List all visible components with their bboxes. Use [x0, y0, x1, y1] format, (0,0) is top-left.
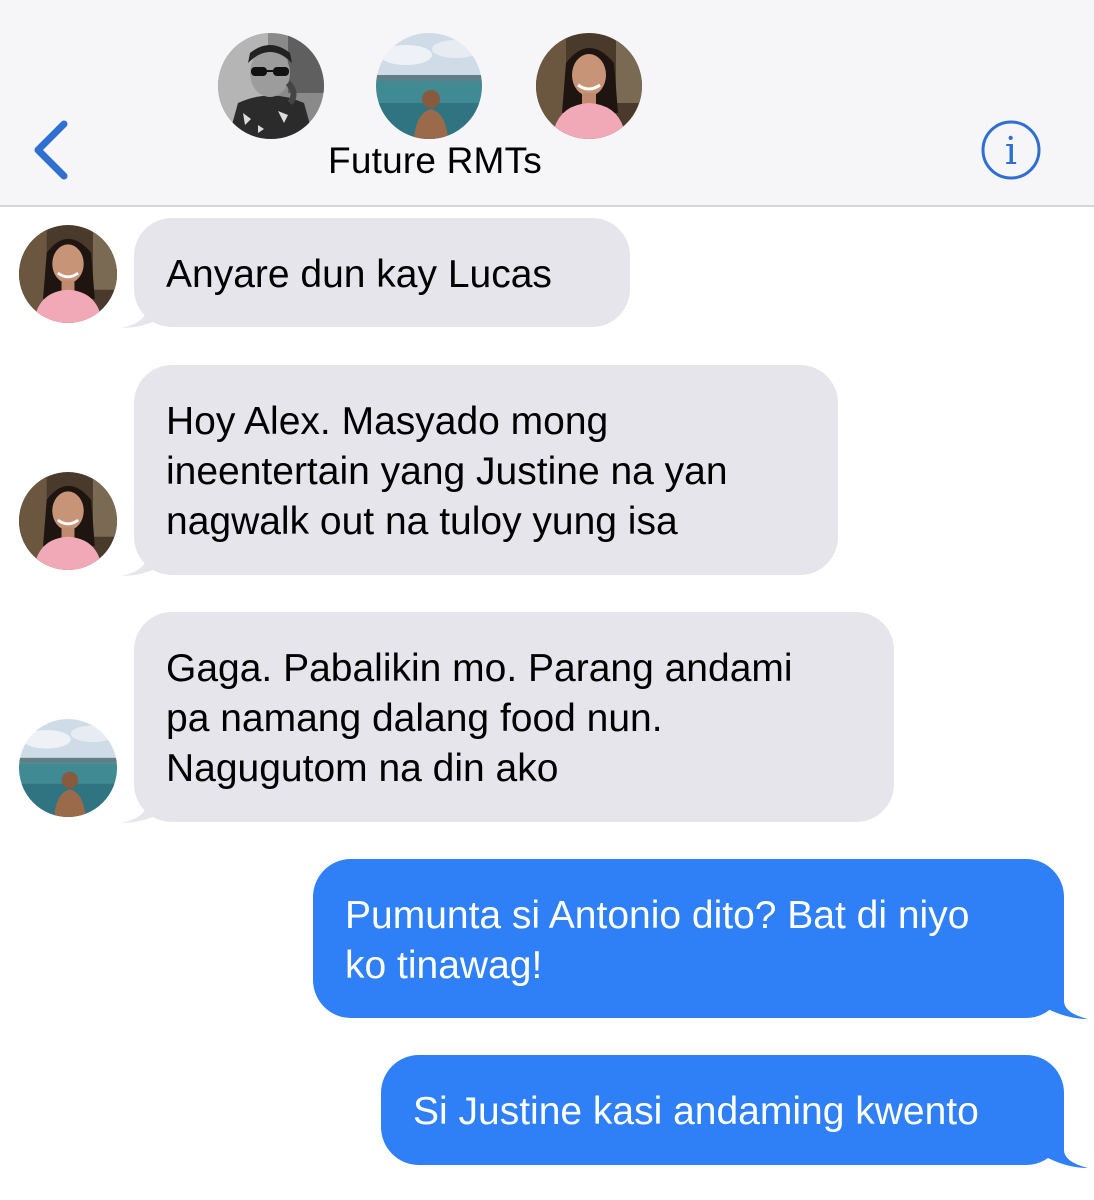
- incoming-message[interactable]: Gaga. Pabalikin mo. Parang andami pa nam…: [134, 612, 894, 822]
- sender-avatar: [19, 225, 117, 323]
- conversation-header: Future RMTs i: [0, 0, 1094, 207]
- group-name[interactable]: Future RMTs: [230, 140, 640, 182]
- incoming-message[interactable]: Hoy Alex. Masyado mong ineentertain yang…: [134, 365, 838, 575]
- messages-screen: Future RMTs i Anyare dun kay Lucas Hoy A…: [0, 0, 1094, 1200]
- chevron-left-icon: [34, 120, 68, 180]
- outgoing-message[interactable]: Pumunta si Antonio dito? Bat di niyo ko …: [313, 859, 1064, 1018]
- group-avatars[interactable]: [218, 33, 648, 141]
- info-icon: i: [981, 120, 1041, 180]
- member-1-avatar: [218, 33, 324, 139]
- outgoing-message[interactable]: Si Justine kasi andaming kwento: [381, 1055, 1064, 1165]
- sender-avatar: [19, 472, 117, 570]
- info-button[interactable]: i: [980, 119, 1042, 181]
- svg-text:i: i: [1005, 129, 1017, 173]
- member-2-avatar: [376, 33, 482, 139]
- member-3-avatar: [536, 33, 642, 139]
- message-thread: Anyare dun kay Lucas Hoy Alex. Masyado m…: [0, 207, 1094, 1200]
- incoming-message[interactable]: Anyare dun kay Lucas: [134, 218, 630, 327]
- sender-avatar: [19, 719, 117, 817]
- back-button[interactable]: [28, 118, 78, 182]
